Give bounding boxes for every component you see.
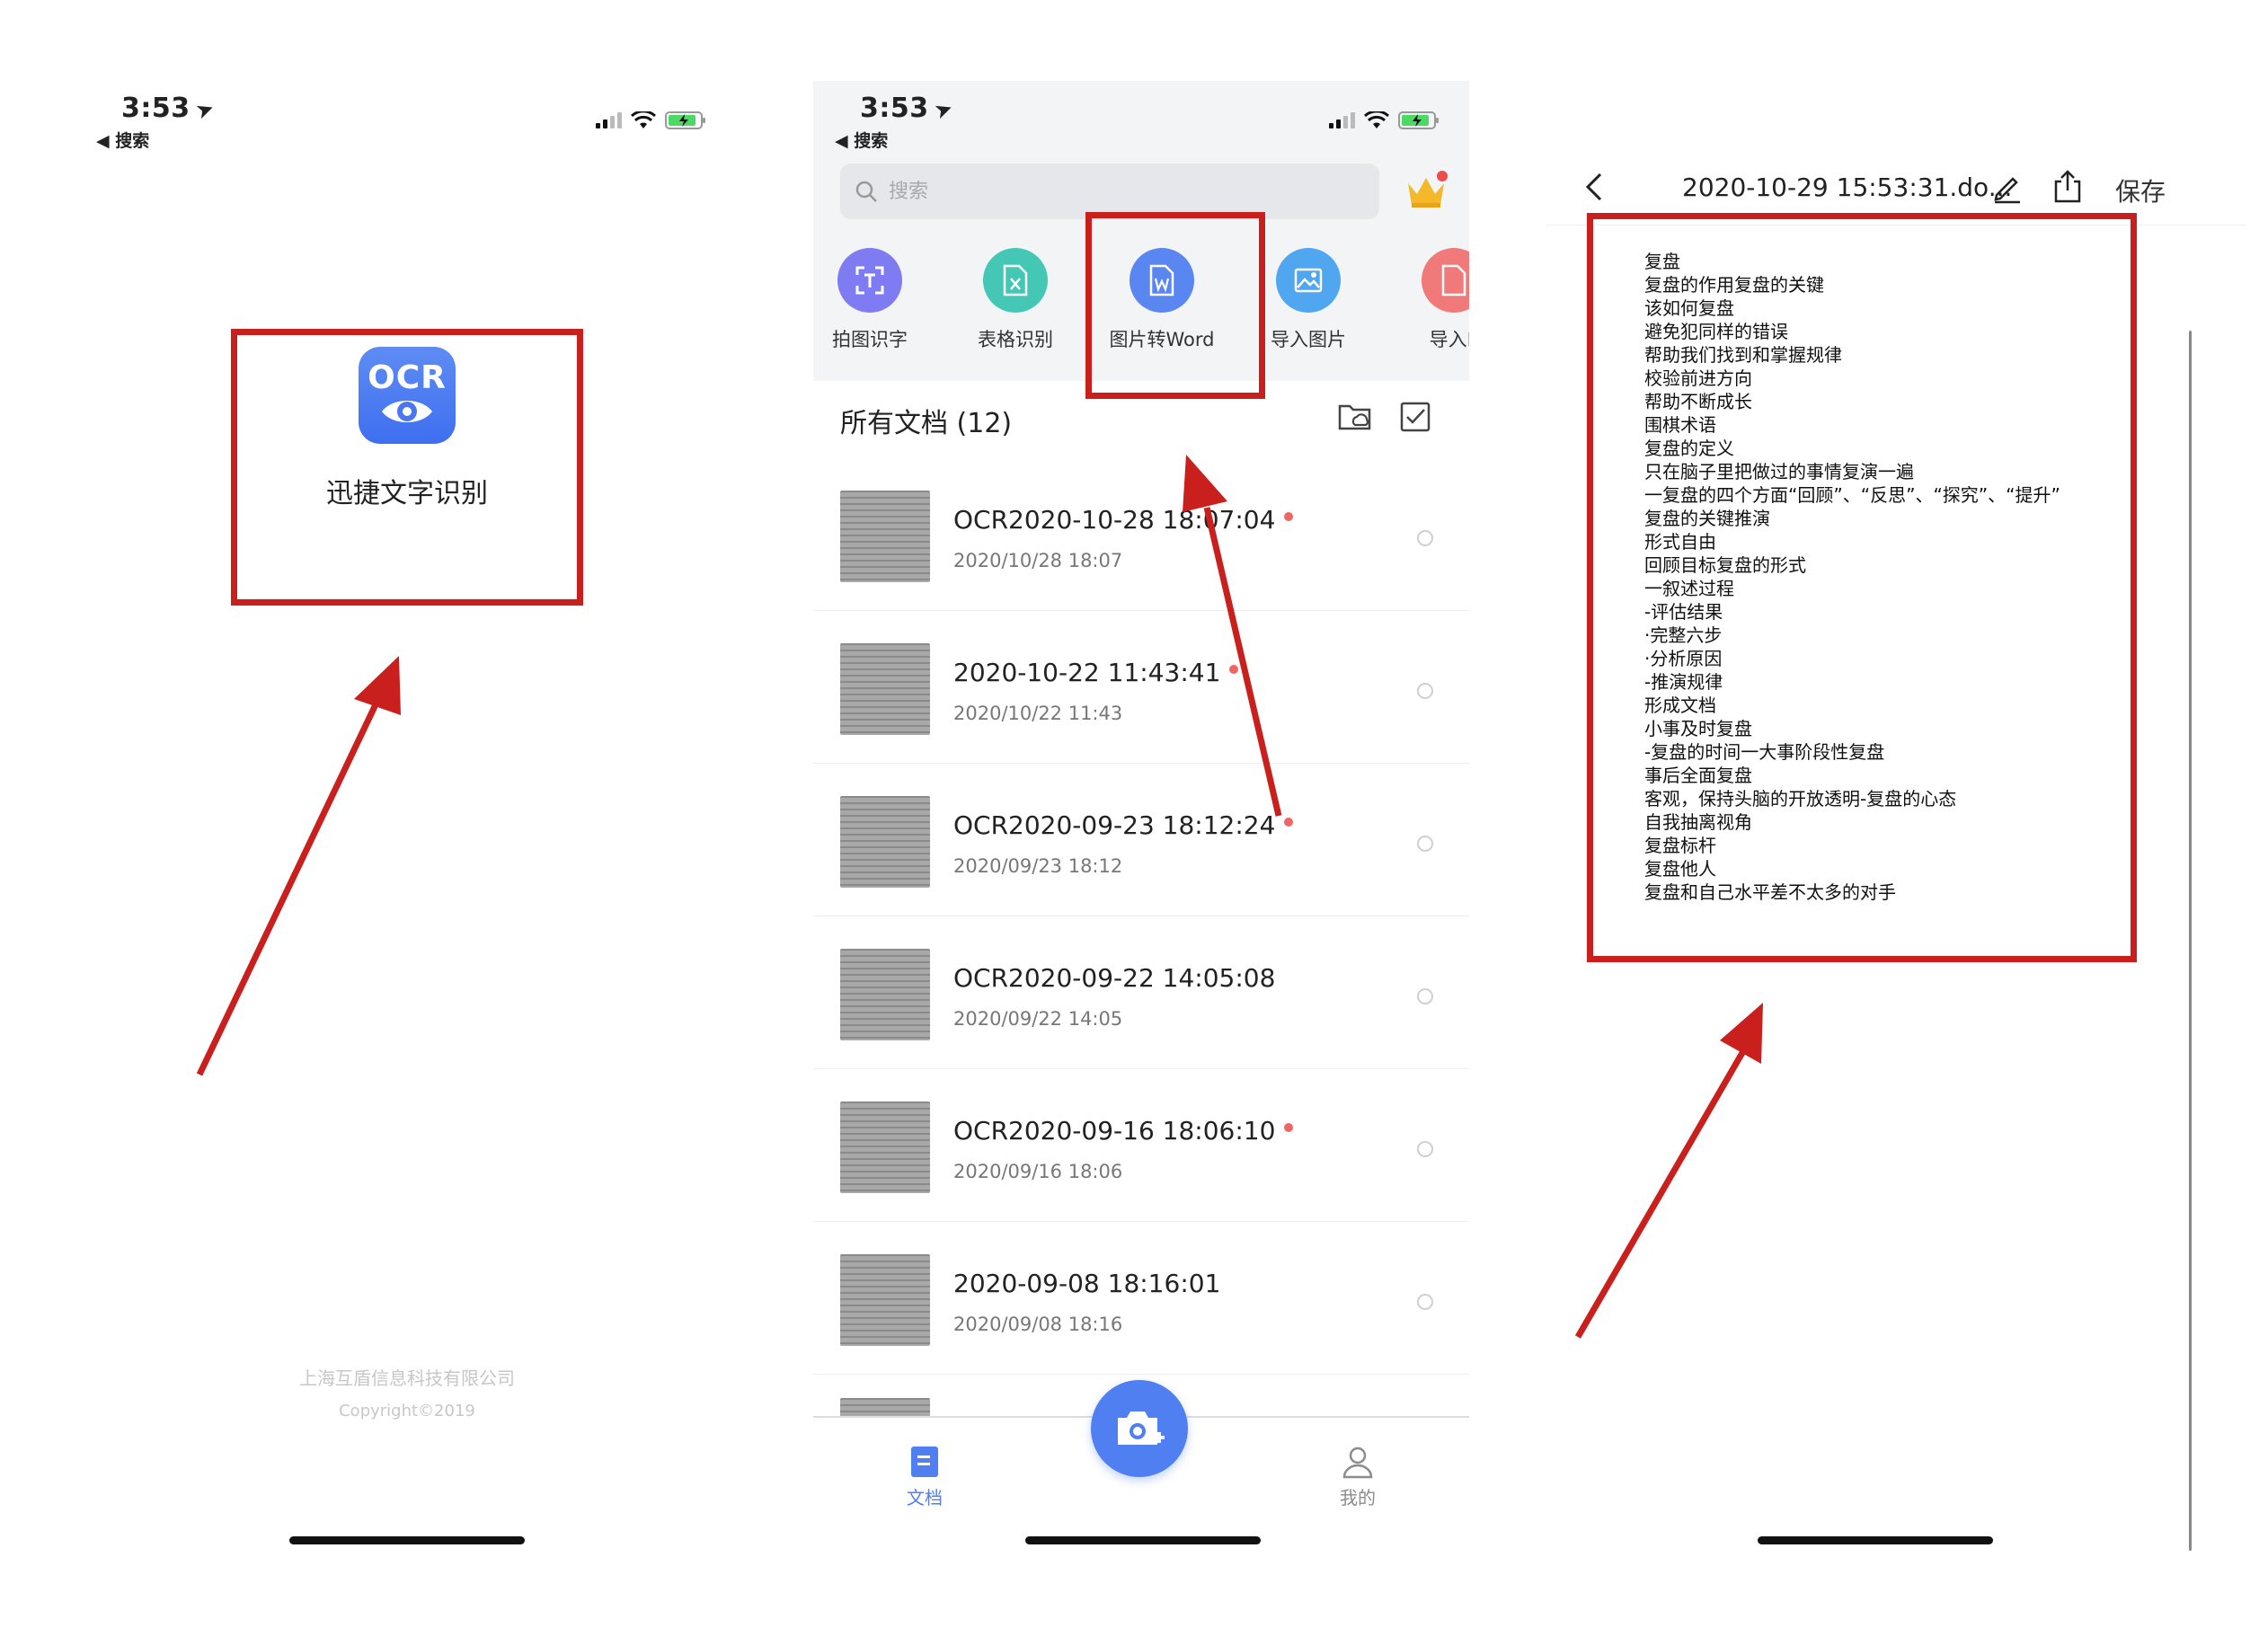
save-button[interactable]: 保存 [2115,173,2166,208]
highlight-box-image-to-word [1085,212,1265,399]
document-thumbnail [840,491,930,582]
select-radio[interactable] [1417,836,1433,852]
status-time: 3:53➤ [121,93,218,125]
tool-excel-file[interactable]: 表格识别 [948,248,1083,352]
document-tab-icon [911,1447,938,1477]
import-pdf-icon [1422,248,1469,313]
document-title: OCR2020-09-23 18:12:24 [953,810,1294,840]
user-icon [1342,1447,1373,1479]
home-indicator[interactable] [289,1536,525,1544]
select-radio[interactable] [1417,1141,1433,1157]
home-indicator[interactable] [1025,1536,1261,1544]
company-name: 上海互盾信息科技有限公司 [299,1367,515,1389]
document-title: OCR2020-10-28 18:07:04 [953,505,1294,535]
splash-screen: 3:53➤ ◀ 搜索 OCR 迅捷文字识别 上海互盾信息科技有限公司 Copyr… [0,0,737,1628]
document-row[interactable]: 2020-10-22 11:43:41 2020/10/22 11:43 [813,611,1469,764]
document-row[interactable]: OCR2020-09-16 18:06:10 2020/09/16 18:06 [813,1069,1469,1222]
tool-label: 导入P [1429,329,1469,350]
folder-cloud-icon[interactable] [1337,401,1373,433]
unread-dot [1284,818,1294,827]
all-documents-heading: 所有文档 (12) [840,408,1013,439]
tab-documents-label: 文档 [907,1487,943,1509]
select-radio[interactable] [1417,988,1433,1004]
import-image-icon [1276,248,1341,313]
location-arrow-icon: ➤ [191,94,218,125]
select-radio[interactable] [1417,1294,1433,1310]
document-date: 2020/10/22 11:43 [953,703,1123,724]
document-row[interactable]: OCR2020-09-22 14:05:08 2020/09/22 14:05 [813,916,1469,1069]
document-title: 2020-10-29 15:53:31.do... [1682,173,2013,202]
camera-button[interactable] [1091,1380,1188,1477]
document-date: 2020/09/23 18:12 [953,855,1123,877]
highlight-box-app-icon [231,329,583,606]
camera-plus-icon [1118,1411,1165,1445]
tool-label: 表格识别 [978,329,1053,350]
excel-file-icon [983,248,1048,313]
copyright-text: Copyright©2019 [339,1402,475,1420]
back-to-search-link[interactable]: ◀ 搜索 [96,128,149,152]
document-title: 2020-10-22 11:43:41 [953,658,1239,687]
tab-documents[interactable]: 文档 [890,1445,959,1509]
wifi-icon [631,111,656,128]
document-row[interactable]: OCR2020-10-28 18:07:04 2020/10/28 18:07 [813,458,1469,611]
document-row[interactable]: OCR2020-09-23 18:12:24 2020/09/23 18:12 [813,764,1469,916]
document-date: 2020/10/28 18:07 [953,550,1123,571]
select-radio[interactable] [1417,683,1433,699]
document-title: OCR2020-09-22 14:05:08 [953,963,1276,993]
multi-select-icon[interactable] [1399,401,1431,433]
document-thumbnail [840,1398,930,1416]
document-date: 2020/09/08 18:16 [953,1314,1123,1335]
scan-text-icon [837,248,902,313]
document-thumbnail [840,1254,930,1346]
unread-dot [1229,665,1239,674]
document-date: 2020/09/22 14:05 [953,1008,1123,1030]
status-icons [596,111,706,129]
home-indicator[interactable] [1758,1536,1993,1544]
tool-import-pdf[interactable]: 导入P [1386,248,1469,352]
signal-icon [596,112,622,128]
document-title: OCR2020-09-16 18:06:10 [953,1116,1294,1146]
unread-dot [1284,1123,1294,1132]
highlight-box-recognized-text [1587,213,2137,962]
document-thumbnail [840,949,930,1040]
unread-dot [1284,512,1294,521]
document-thumbnail [840,1102,930,1193]
document-title: 2020-09-08 18:16:01 [953,1269,1221,1298]
tab-mine[interactable]: 我的 [1324,1445,1392,1509]
document-thumbnail [840,796,930,888]
select-radio[interactable] [1417,530,1433,546]
tab-mine-label: 我的 [1340,1487,1376,1509]
document-row[interactable]: 2020-09-08 18:16:01 2020/09/08 18:16 [813,1222,1469,1375]
back-icon[interactable] [1584,171,1606,203]
document-thumbnail [840,643,930,735]
scrollbar[interactable] [2189,331,2192,1551]
edit-pencil-icon[interactable] [1991,172,2024,204]
tool-scan-text[interactable]: 拍图识字 [813,248,937,352]
tool-label: 拍图识字 [832,329,908,350]
share-icon[interactable] [2051,169,2085,205]
battery-icon [665,111,705,129]
document-date: 2020/09/16 18:06 [953,1161,1123,1182]
